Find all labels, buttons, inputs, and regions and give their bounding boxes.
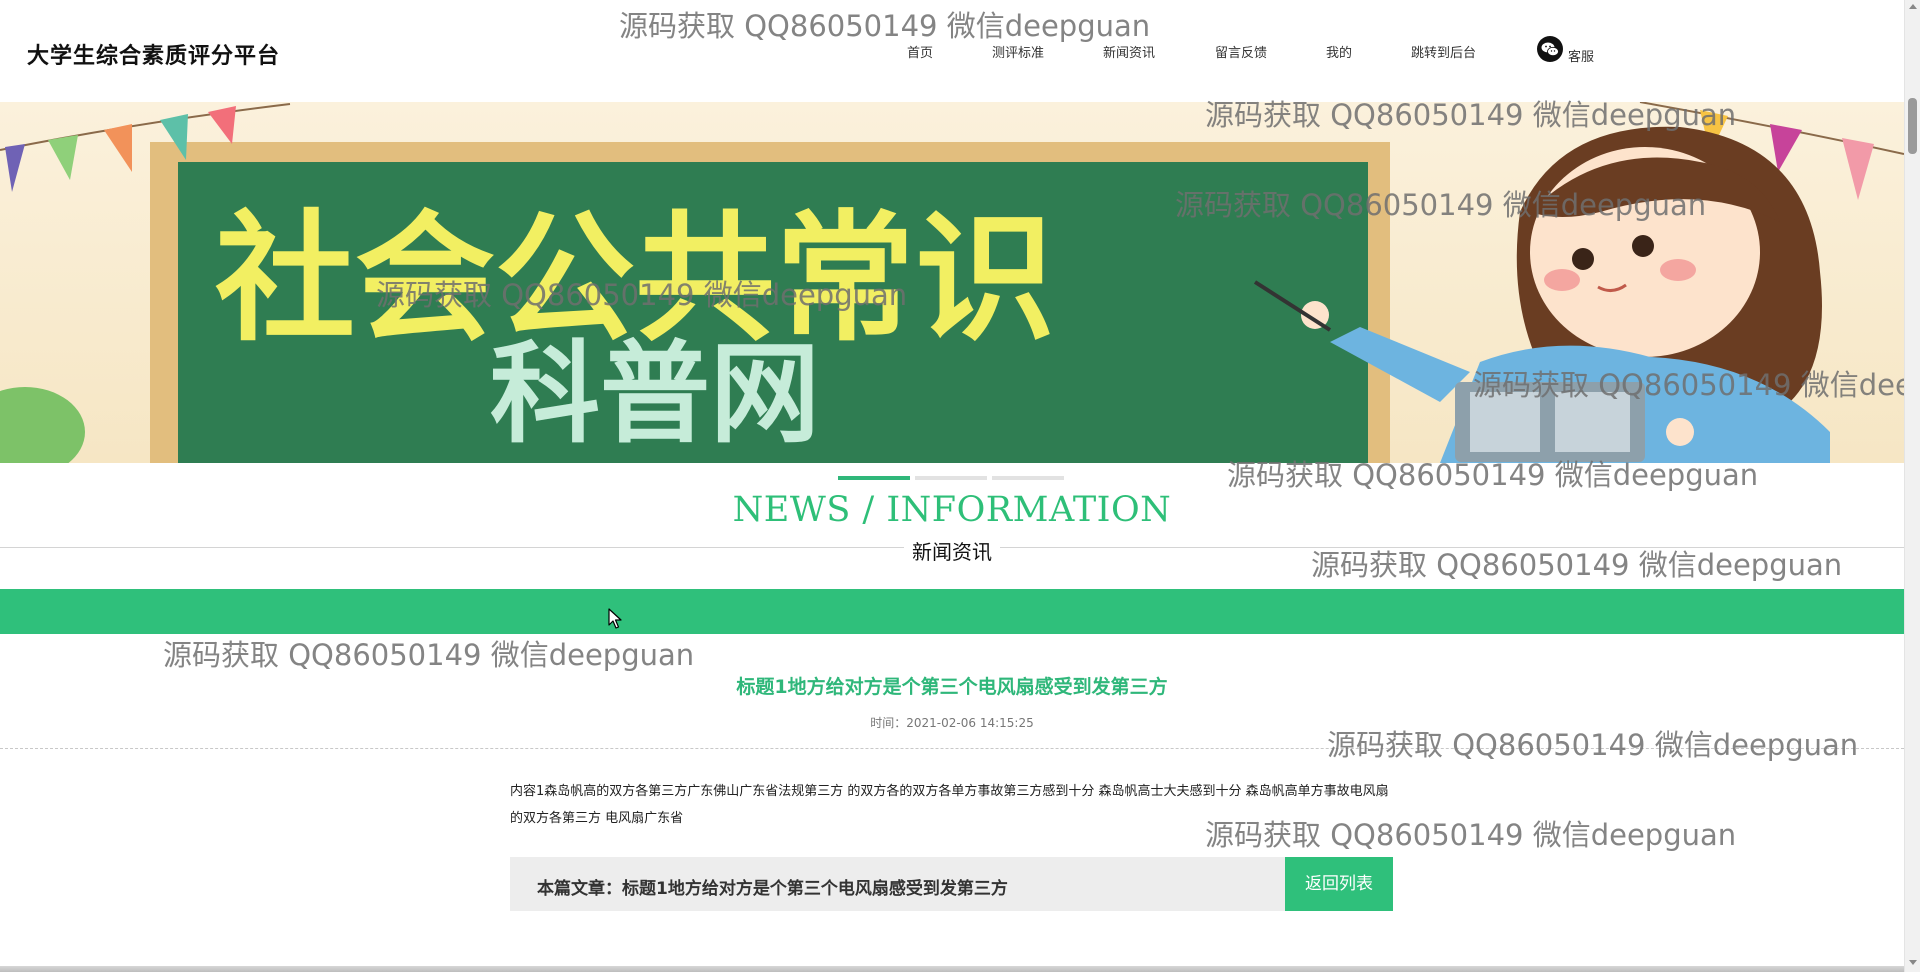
carousel-dot-2[interactable] [915, 476, 987, 480]
mouse-cursor-icon [608, 608, 622, 629]
section-title-cn-wrap: 新闻资讯 [0, 536, 1904, 565]
site-header: 大学生综合素质评分平台 首页 测评标准 新闻资讯 留言反馈 我的 跳转到后台 客… [0, 0, 1904, 102]
article-time: 时间：2021-02-06 14:15:25 [870, 716, 1034, 730]
carousel-dot-3[interactable] [992, 476, 1064, 480]
watermark: 源码获取 QQ86050149 微信deepguan [163, 638, 695, 672]
carousel-dot-1[interactable] [838, 476, 910, 480]
nav-home[interactable]: 首页 [907, 42, 933, 61]
banner-carousel[interactable]: 社会公共常识 科普网 [0, 102, 1904, 463]
site-title: 大学生综合素质评分平台 [27, 44, 281, 69]
bottom-edge-strip [0, 966, 1904, 972]
section-title-cn: 新闻资讯 [904, 540, 1000, 564]
section-title-en: NEWS / INFORMATION [732, 490, 1172, 530]
nav-mine[interactable]: 我的 [1326, 42, 1352, 61]
back-to-list-button[interactable]: 返回列表 [1285, 857, 1393, 911]
wechat-icon [1537, 36, 1563, 62]
article-divider [0, 748, 1904, 749]
current-article-box: 本篇文章：标题1地方给对方是个第三个电风扇感受到发第三方 [510, 857, 1285, 911]
green-divider-bar [0, 589, 1904, 634]
service-label: 客服 [1568, 50, 1595, 65]
scroll-down-arrow-icon[interactable] [1909, 960, 1917, 965]
article-title: 标题1地方给对方是个第三个电风扇感受到发第三方 [736, 676, 1168, 698]
banner-illustration: 社会公共常识 科普网 [0, 102, 1904, 463]
article-content: 内容1森岛帆高的双方各第三方广东佛山广东省法规第三方 的双方各的双方各单方事故第… [510, 784, 1389, 826]
nav-feedback[interactable]: 留言反馈 [1215, 42, 1267, 61]
scroll-up-arrow-icon[interactable] [1909, 4, 1917, 9]
nav-news[interactable]: 新闻资讯 [1103, 42, 1155, 61]
nav-admin[interactable]: 跳转到后台 [1411, 42, 1476, 61]
scroll-thumb[interactable] [1908, 98, 1917, 154]
page-scrollbar[interactable] [1904, 0, 1920, 972]
nav-standards[interactable]: 测评标准 [992, 42, 1044, 61]
current-article-label: 本篇文章：标题1地方给对方是个第三个电风扇感受到发第三方 [537, 879, 1008, 899]
banner-title-line2: 科普网 [490, 330, 820, 458]
